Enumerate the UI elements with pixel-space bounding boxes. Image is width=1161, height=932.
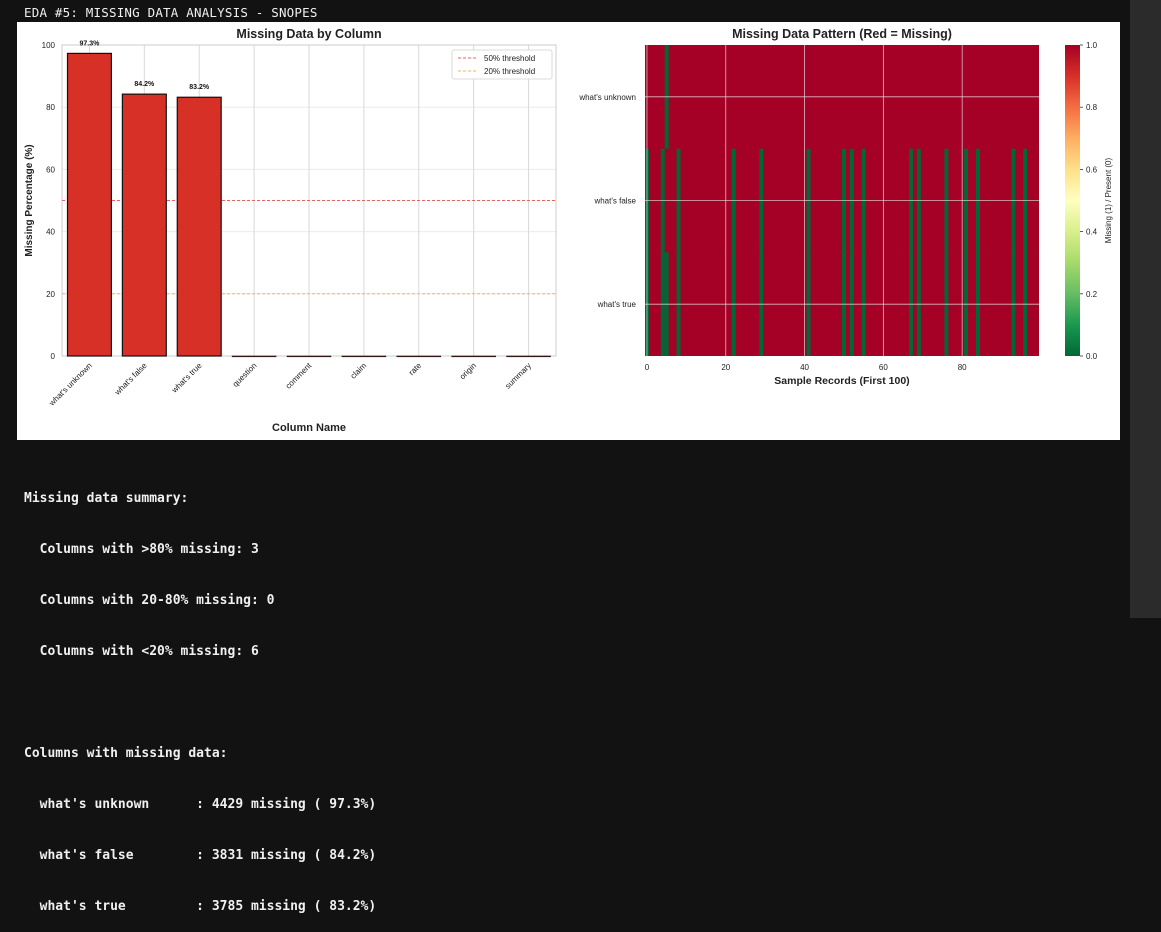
bar <box>506 355 551 358</box>
output-line: what's unknown : 4429 missing ( 97.3%) <box>24 797 377 812</box>
colorbar <box>1065 45 1080 356</box>
colorbar-tick-label: 0.8 <box>1086 103 1098 112</box>
bar-y-axis-label: Missing Percentage (%) <box>24 144 35 256</box>
output-line: what's true : 3785 missing ( 83.2%) <box>24 899 377 914</box>
bar-data-label: 84.2% <box>134 81 155 88</box>
output-line: Columns with >80% missing: 3 <box>24 542 259 557</box>
colorbar-tick-label: 0.2 <box>1086 290 1098 299</box>
y-tick-label: 20 <box>46 290 55 299</box>
legend-label: 50% threshold <box>484 54 535 63</box>
y-tick-label: 100 <box>42 41 56 50</box>
bar-x-axis-label: Column Name <box>272 422 346 434</box>
bar-legend: 50% threshold 20% threshold <box>451 49 553 80</box>
bar-chart-title: Missing Data by Column <box>236 27 381 41</box>
heatmap-x-tick-label: 20 <box>721 363 730 372</box>
output-line: Missing data summary: <box>24 491 189 506</box>
bar-data-label: 83.2% <box>189 84 210 91</box>
heatmap-row-label: what's unknown <box>578 93 636 102</box>
x-tick-label: question <box>231 361 259 389</box>
colorbar-tick-label: 0.4 <box>1086 228 1098 237</box>
bar <box>396 355 442 358</box>
cell-header: EDA #5: MISSING DATA ANALYSIS - SNOPES <box>24 5 318 20</box>
heatmap-x-tick-label: 60 <box>879 363 888 372</box>
x-tick-label: rate <box>407 361 424 378</box>
x-tick-label: claim <box>349 361 369 381</box>
x-tick-label: what's unknown <box>47 361 94 408</box>
bar <box>451 355 496 358</box>
bar-data-label: 97.3% <box>80 40 101 47</box>
bar <box>121 93 167 357</box>
y-tick-label: 40 <box>46 228 55 237</box>
bar <box>176 96 222 357</box>
bar <box>231 355 277 358</box>
y-tick-label: 60 <box>46 165 55 174</box>
heatmap-x-tick-label: 40 <box>800 363 809 372</box>
bar <box>286 355 332 358</box>
x-tick-label: origin <box>458 361 478 381</box>
output-line: Columns with <20% missing: 6 <box>24 644 259 659</box>
x-tick-label: comment <box>284 361 314 391</box>
heatmap-row-label: what's true <box>597 300 637 309</box>
heatmap-row-label: what's false <box>593 197 636 206</box>
figure-panel: 0 20 40 60 80 100 97.3% 84.2% 83.2% what's unknow… <box>17 22 1120 440</box>
output-line: what's false : 3831 missing ( 84.2%) <box>24 848 377 863</box>
bar <box>341 355 387 358</box>
heatmap-title: Missing Data Pattern (Red = Missing) <box>732 27 952 41</box>
colorbar-tick-label: 1.0 <box>1086 41 1098 50</box>
x-tick-label: what's true <box>169 361 204 396</box>
x-tick-label: summary <box>503 361 533 391</box>
missing-data-figure: 0 20 40 60 80 100 97.3% 84.2% 83.2% what's unknow… <box>24 27 1113 434</box>
heatmap-x-axis-label: Sample Records (First 100) <box>774 375 909 387</box>
heatmap-x-tick-label: 80 <box>958 363 967 372</box>
output-line: Columns with missing data: <box>24 746 228 761</box>
y-tick-label: 0 <box>51 352 56 361</box>
legend-label: 20% threshold <box>484 67 535 76</box>
colorbar-tick-label: 0.0 <box>1086 352 1098 361</box>
output-line: Columns with 20-80% missing: 0 <box>24 593 275 608</box>
colorbar-tick-label: 0.6 <box>1086 165 1098 174</box>
console-output: Missing data summary: Columns with >80% … <box>24 456 376 932</box>
y-tick-label: 80 <box>46 103 55 112</box>
heatmap-x-tick-label: 0 <box>645 363 650 372</box>
colorbar-label: Missing (1) / Present (0) <box>1104 157 1113 243</box>
bar <box>66 52 112 357</box>
scrollbar[interactable] <box>1130 0 1161 618</box>
x-tick-label: what's false <box>112 361 149 398</box>
